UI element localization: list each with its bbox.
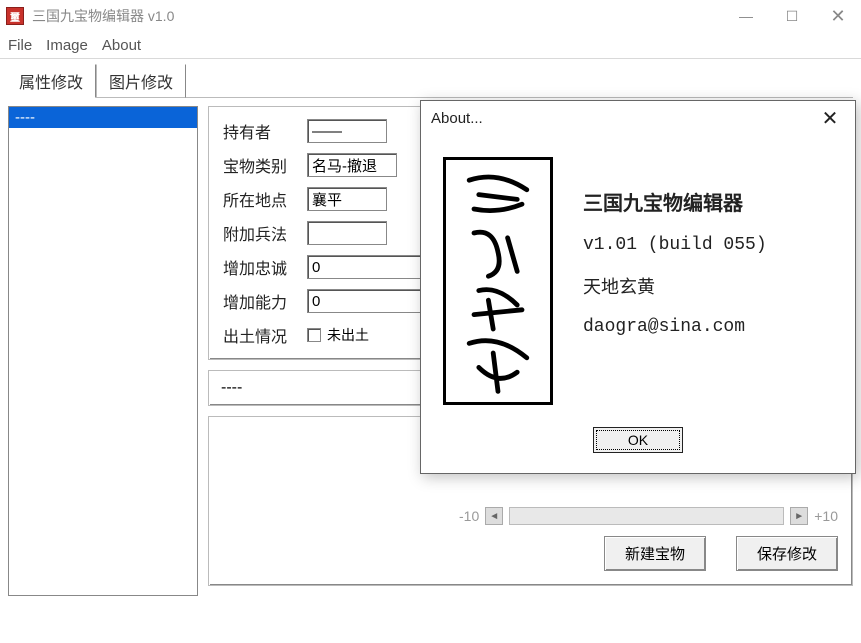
ability-input[interactable] bbox=[307, 289, 427, 313]
save-button[interactable]: 保存修改 bbox=[736, 536, 838, 571]
dig-checkbox-label: 未出土 bbox=[327, 325, 369, 345]
about-app-name: 三国九宝物编辑器 bbox=[583, 187, 767, 217]
item-list[interactable]: ---- bbox=[8, 106, 198, 596]
about-ok-button[interactable]: OK bbox=[593, 427, 683, 453]
window-titlebar: 璽 三国九宝物编辑器 v1.0 — ☐ ✕ bbox=[0, 0, 861, 32]
menu-file[interactable]: File bbox=[8, 37, 32, 54]
menubar: File Image About bbox=[0, 32, 861, 58]
loyalty-label: 增加忠诚 bbox=[223, 255, 297, 279]
app-icon: 璽 bbox=[6, 7, 24, 25]
calligraphy-image bbox=[443, 157, 553, 405]
minimize-button[interactable]: — bbox=[723, 0, 769, 32]
about-author: 天地玄黄 bbox=[583, 273, 767, 299]
type-input[interactable] bbox=[307, 153, 397, 177]
about-version: v1.01 (build 055) bbox=[583, 235, 767, 255]
location-input[interactable] bbox=[307, 187, 387, 211]
about-email: daogra@sina.com bbox=[583, 317, 767, 337]
slider-track[interactable] bbox=[509, 507, 784, 525]
owner-input[interactable] bbox=[307, 119, 387, 143]
dig-label: 出土情况 bbox=[223, 323, 297, 347]
about-dialog: About... ✕ 三国九宝物编辑器 v1.01 (build 055) 天地… bbox=[420, 100, 856, 474]
slider-minus[interactable]: -10 bbox=[459, 508, 479, 524]
new-item-button[interactable]: 新建宝物 bbox=[604, 536, 706, 571]
slider-row: -10 ◄ ► +10 bbox=[459, 507, 838, 525]
owner-label: 持有者 bbox=[223, 119, 297, 143]
slider-plus[interactable]: +10 bbox=[814, 508, 838, 524]
dialog-titlebar: About... ✕ bbox=[421, 101, 855, 135]
menu-image[interactable]: Image bbox=[46, 37, 88, 54]
slider-left-arrow[interactable]: ◄ bbox=[485, 507, 503, 525]
slider-right-arrow[interactable]: ► bbox=[790, 507, 808, 525]
maximize-button[interactable]: ☐ bbox=[769, 0, 815, 32]
close-button[interactable]: ✕ bbox=[815, 0, 861, 32]
tactic-input[interactable] bbox=[307, 221, 387, 245]
dig-checkbox[interactable] bbox=[307, 328, 321, 342]
menu-about[interactable]: About bbox=[102, 37, 141, 54]
dialog-title: About... bbox=[431, 110, 815, 127]
tactic-label: 附加兵法 bbox=[223, 221, 297, 245]
loyalty-input[interactable] bbox=[307, 255, 427, 279]
window-title: 三国九宝物编辑器 v1.0 bbox=[32, 6, 723, 26]
location-label: 所在地点 bbox=[223, 187, 297, 211]
tab-attributes[interactable]: 属性修改 bbox=[6, 64, 96, 98]
dialog-close-button[interactable]: ✕ bbox=[815, 106, 845, 131]
ability-label: 增加能力 bbox=[223, 289, 297, 313]
type-label: 宝物类别 bbox=[223, 153, 297, 177]
tabs: 属性修改 图片修改 bbox=[0, 59, 861, 97]
tab-images[interactable]: 图片修改 bbox=[96, 64, 186, 98]
list-item[interactable]: ---- bbox=[9, 107, 197, 128]
